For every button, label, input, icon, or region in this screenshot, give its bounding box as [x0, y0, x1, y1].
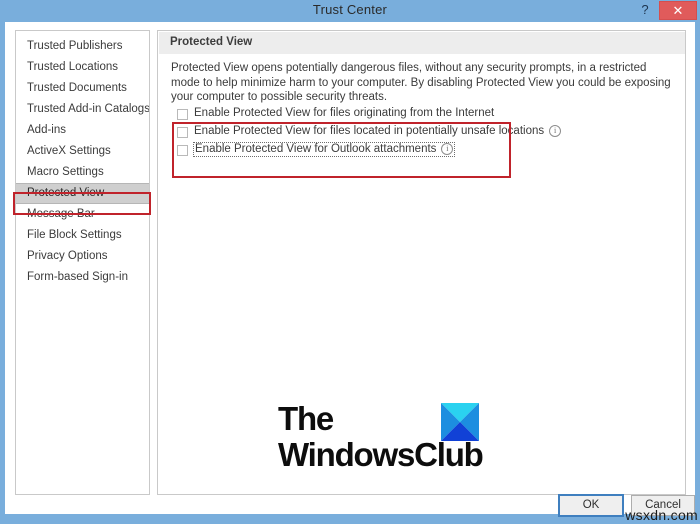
logo-square-svg [441, 403, 479, 441]
section-title: Protected View [170, 36, 253, 48]
category-list[interactable]: Trusted Publishers Trusted Locations Trust… [15, 30, 150, 495]
ok-button[interactable]: OK [558, 494, 624, 517]
checkbox-label[interactable]: Enable Protected View for files located … [194, 125, 562, 138]
checkbox-label[interactable]: Enable Protected View for Outlook attach… [193, 142, 456, 157]
window-title: Trust Center [312, 2, 388, 17]
checkbox-row[interactable]: Enable Protected View for files originat… [172, 106, 512, 123]
checkbox-row[interactable]: Enable Protected View for files located … [172, 124, 562, 141]
checkbox-input[interactable] [177, 127, 188, 138]
sidebar-item-privacy-options[interactable]: Privacy Options [16, 246, 149, 267]
info-icon[interactable]: i [549, 125, 562, 137]
sidebar-item-add-ins[interactable]: Add-ins [16, 120, 149, 141]
sidebar-item-trusted-locations[interactable]: Trusted Locations [16, 57, 149, 78]
checkbox-row[interactable]: Enable Protected View for Outlook attach… [172, 142, 512, 159]
logo-line-2: WindowsClub [278, 436, 484, 473]
title-bar: Trust Center ? ✕ [0, 0, 700, 22]
section-description: Protected View opens potentially dangero… [171, 62, 671, 103]
source-watermark: wsxdn.com [625, 507, 698, 523]
checkbox-input[interactable] [177, 145, 188, 156]
close-button[interactable]: ✕ [659, 1, 697, 20]
sidebar-item-trusted-publishers[interactable]: Trusted Publishers [16, 36, 149, 57]
sidebar-item-message-bar[interactable]: Message Bar [16, 204, 149, 225]
logo-mark-icon [441, 403, 479, 441]
close-icon: ✕ [672, 3, 684, 18]
trust-center-dialog: Trust Center ? ✕ Trusted Publishers Trust… [0, 0, 700, 524]
watermark-logo: The WindowsClub [278, 401, 568, 491]
settings-panel: Protected View Protected View opens pote… [157, 30, 686, 495]
checkbox-input[interactable] [177, 109, 188, 120]
sidebar-item-protected-view[interactable]: Protected View [16, 183, 149, 204]
sidebar-item-trusted-add-in-catalogs[interactable]: Trusted Add-in Catalogs [16, 99, 149, 120]
dialog-client-area: Trusted Publishers Trusted Locations Trust… [5, 22, 695, 517]
sidebar-item-trusted-documents[interactable]: Trusted Documents [16, 78, 149, 99]
sidebar-item-file-block-settings[interactable]: File Block Settings [16, 225, 149, 246]
sidebar-item-macro-settings[interactable]: Macro Settings [16, 162, 149, 183]
checkbox-label[interactable]: Enable Protected View for files originat… [194, 107, 494, 119]
section-header: Protected View [159, 32, 685, 54]
sidebar-item-form-based-sign-in[interactable]: Form-based Sign-in [16, 267, 149, 288]
sidebar-item-activex-settings[interactable]: ActiveX Settings [16, 141, 149, 162]
info-icon[interactable]: i [441, 143, 454, 155]
protected-view-options: Enable Protected View for files originat… [172, 106, 562, 160]
help-icon[interactable]: ? [634, 0, 656, 20]
